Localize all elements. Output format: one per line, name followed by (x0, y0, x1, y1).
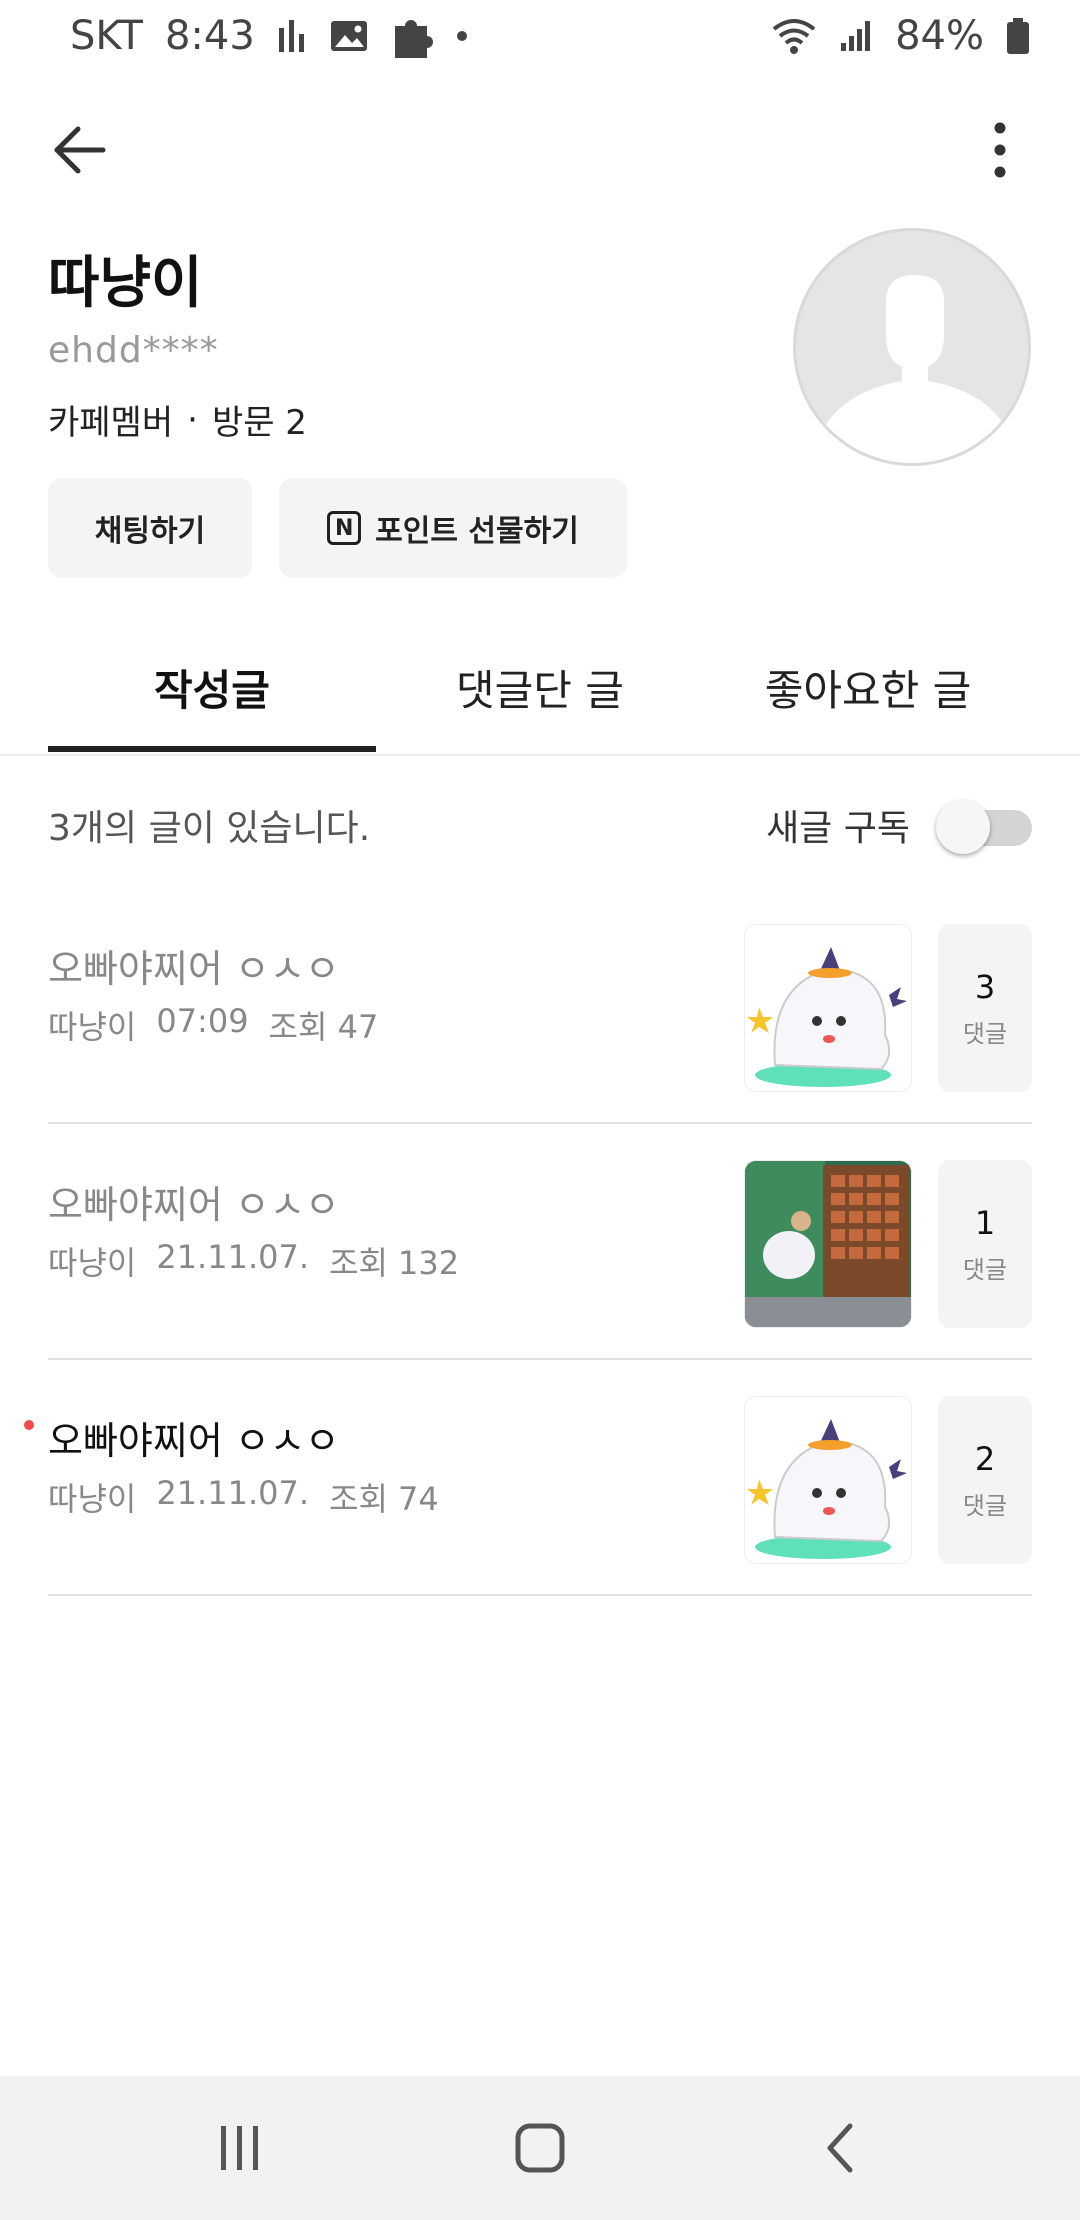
tab-my-posts[interactable]: 작성글 (48, 620, 376, 754)
post-item[interactable]: 오빠야찌어 ㅇㅅㅇ 따냥이 21.11.07. 조회 74 2 댓글 (24, 1362, 1032, 1596)
app-bar (0, 110, 1080, 190)
post-count-text: 3개의 글이 있습니다. (48, 808, 371, 849)
gift-points-button[interactable]: N 포인트 선물하기 (279, 478, 627, 578)
comment-count: 3 (974, 967, 996, 1006)
post-thumbnail[interactable] (744, 924, 912, 1092)
post-thumbnail[interactable] (744, 1396, 912, 1564)
post-meta: 따냥이 21.11.07. 조회 132 (48, 1238, 459, 1284)
signal-icon (841, 21, 871, 51)
profile-user-id: ehdd**** (48, 330, 219, 371)
chat-button[interactable]: 채팅하기 (48, 478, 252, 578)
home-icon (515, 2123, 565, 2173)
post-title[interactable]: 오빠야찌어 ㅇㅅㅇ (48, 1174, 340, 1229)
post-author: 따냥이 (48, 1008, 137, 1046)
list-header: 3개의 글이 있습니다. 새글 구독 (48, 790, 1032, 860)
comment-label: 댓글 (962, 1019, 1008, 1048)
more-vertical-icon (994, 122, 1006, 178)
comment-count-box[interactable]: 1 댓글 (938, 1160, 1032, 1328)
meta-separator: · (187, 399, 198, 440)
toggle-knob (936, 800, 990, 854)
comment-count: 1 (974, 1203, 996, 1242)
recent-apps-icon (221, 2126, 258, 2170)
post-thumbnail[interactable] (744, 1160, 912, 1328)
notification-dot (456, 31, 467, 41)
chat-button-label: 채팅하기 (94, 514, 206, 549)
battery-icon (1007, 18, 1029, 54)
home-button[interactable] (440, 2076, 640, 2220)
post-date: 07:09 (156, 1002, 249, 1040)
active-tab-indicator (48, 746, 376, 752)
back-button[interactable] (40, 110, 120, 190)
post-meta: 따냥이 21.11.07. 조회 74 (48, 1474, 439, 1520)
member-role: 카페멤버 (48, 403, 174, 443)
post-item[interactable]: 오빠야찌어 ㅇㅅㅇ 따냥이 07:09 조회 47 3 댓글 (48, 890, 1032, 1124)
post-date: 21.11.07. (156, 1474, 309, 1512)
subscribe-label: 새글 구독 (766, 808, 910, 849)
recent-apps-button[interactable] (140, 2076, 340, 2220)
data-usage-icon (278, 20, 304, 52)
post-views: 조회 132 (329, 1244, 460, 1282)
post-item[interactable]: 오빠야찌어 ㅇㅅㅇ 따냥이 21.11.07. 조회 132 1 댓글 (48, 1126, 1032, 1360)
default-avatar-icon (822, 275, 1008, 463)
comment-count-box[interactable]: 2 댓글 (938, 1396, 1032, 1564)
profile-name: 따냥이 (48, 251, 203, 316)
comment-count-box[interactable]: 3 댓글 (938, 924, 1032, 1092)
system-back-button[interactable] (740, 2076, 940, 2220)
tab-liked-posts[interactable]: 좋아요한 글 (704, 620, 1032, 754)
status-bar: SKT 8:43 84% (0, 0, 1080, 72)
comment-count: 2 (974, 1439, 996, 1478)
status-right: 84% (771, 13, 1030, 59)
more-options-button[interactable] (960, 110, 1040, 190)
post-author: 따냥이 (48, 1244, 137, 1282)
gallery-icon (330, 21, 367, 51)
gift-points-label: 포인트 선물하기 (375, 514, 579, 549)
system-nav-bar (0, 2076, 1080, 2220)
arrow-left-icon (54, 126, 106, 174)
comment-label: 댓글 (962, 1491, 1008, 1520)
puzzle-icon (394, 20, 433, 58)
wifi-icon (772, 19, 816, 54)
chevron-left-icon (827, 2123, 853, 2173)
time-label: 8:43 (164, 13, 255, 59)
post-title[interactable]: 오빠야찌어 ㅇㅅㅇ (48, 938, 340, 993)
post-date: 21.11.07. (156, 1238, 309, 1276)
subscribe-toggle[interactable] (936, 800, 1032, 854)
battery-percent: 84% (895, 13, 984, 59)
profile-meta: 카페멤버 · 방문 2 (48, 395, 307, 444)
tab-commented-posts[interactable]: 댓글단 글 (376, 620, 704, 754)
subscribe-control: 새글 구독 (766, 799, 1032, 854)
status-left: SKT 8:43 (70, 12, 467, 60)
post-author: 따냥이 (48, 1480, 137, 1518)
avatar[interactable] (793, 228, 1031, 466)
unread-dot (24, 1420, 34, 1430)
ghost-character-image (745, 1397, 911, 1563)
post-views: 조회 47 (268, 1008, 379, 1046)
ghost-character-image (745, 925, 911, 1091)
post-views: 조회 74 (329, 1480, 439, 1518)
post-meta: 따냥이 07:09 조회 47 (48, 1002, 378, 1048)
comment-label: 댓글 (962, 1255, 1008, 1284)
naver-pay-icon: N (327, 511, 362, 545)
game-screenshot-image (745, 1161, 911, 1327)
post-title[interactable]: 오빠야찌어 ㅇㅅㅇ (48, 1410, 340, 1465)
visit-count: 방문 2 (211, 403, 307, 443)
tab-bar: 작성글 댓글단 글 좋아요한 글 (0, 620, 1080, 756)
carrier-label: SKT (70, 13, 143, 59)
